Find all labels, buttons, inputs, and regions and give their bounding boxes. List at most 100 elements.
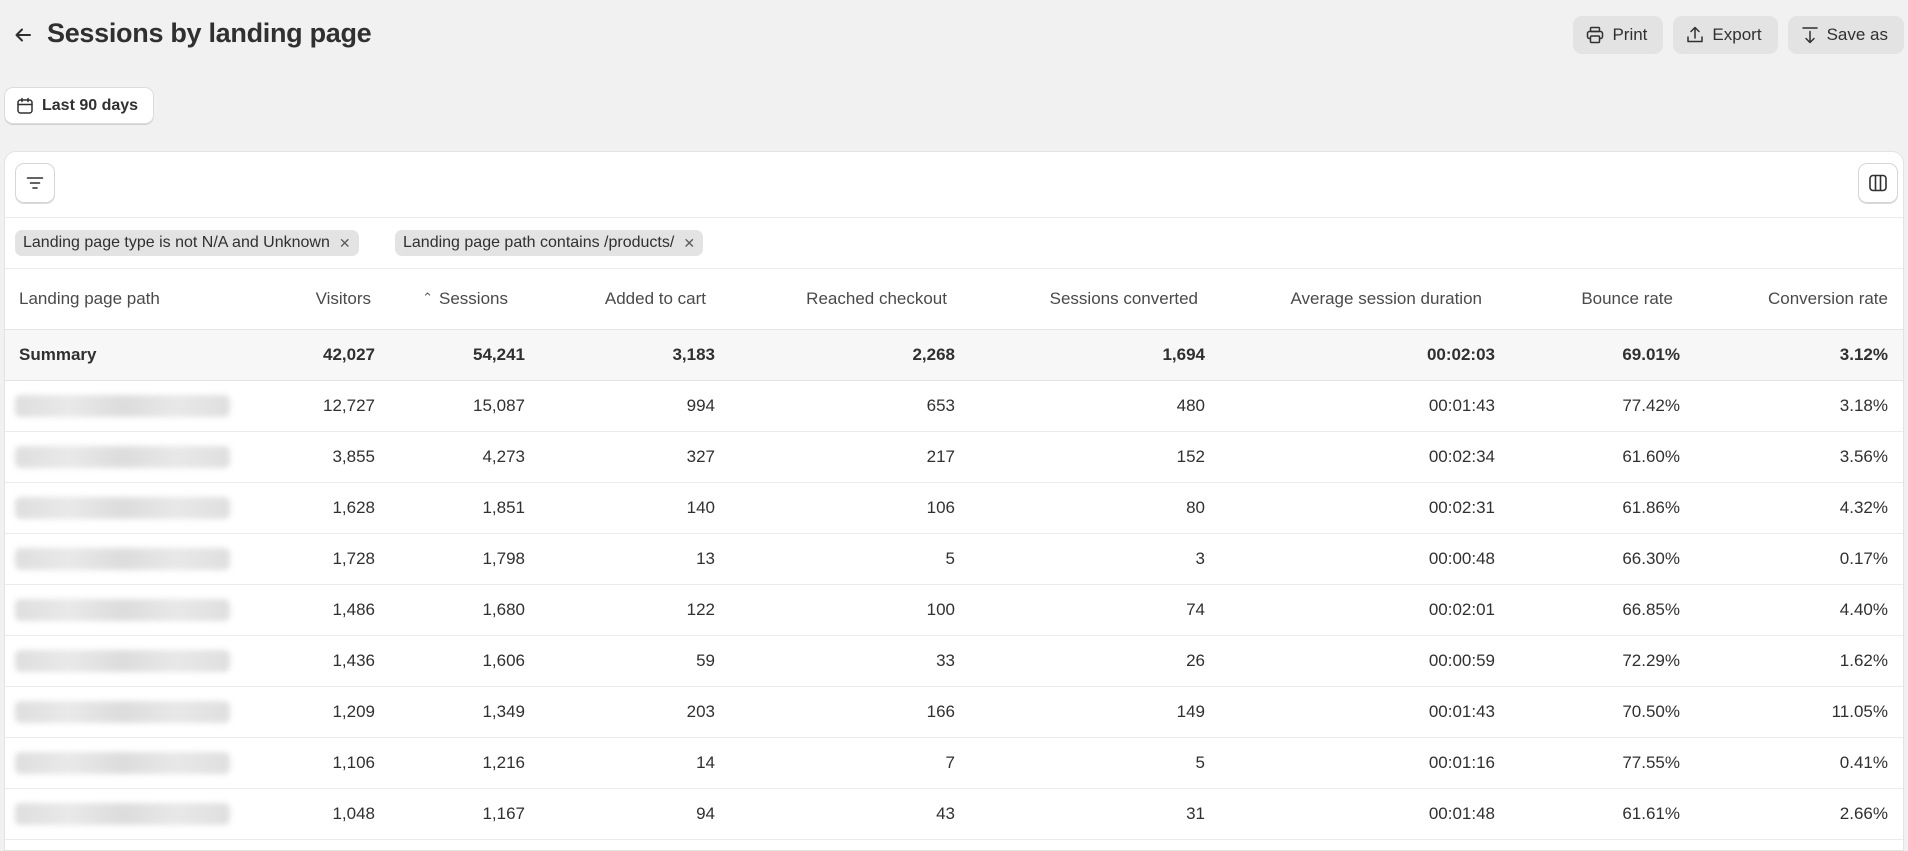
filter-button[interactable]	[15, 163, 55, 203]
filter-chip[interactable]: Landing page type is not N/A and Unknown…	[15, 230, 359, 256]
column-header-reached-checkout[interactable]: Reached checkout	[715, 269, 955, 330]
cell-added-to-cart: 13	[525, 533, 715, 585]
cell-conversion-rate: 4.32%	[1680, 482, 1903, 534]
cell-sessions-converted: 5	[955, 737, 1205, 789]
cell-visitors: 1,728	[210, 533, 375, 585]
table-row[interactable]: 1,209 1,349 203 166 149 00:01:43 70.50% 11.05%	[5, 686, 1903, 738]
cell-average-session-duration: 00:01:16	[1205, 737, 1495, 789]
cell-landing-page-path[interactable]	[5, 635, 230, 687]
printer-icon	[1587, 26, 1604, 44]
columns-button[interactable]	[1858, 163, 1898, 203]
cell-bounce-rate: 77.55%	[1495, 737, 1680, 789]
table-row[interactable]: 1,436 1,606 59 33 26 00:00:59 72.29% 1.62%	[5, 635, 1903, 687]
cell-landing-page-path[interactable]	[5, 482, 230, 534]
cell-landing-page-path[interactable]	[5, 533, 230, 585]
cell-sessions-converted: 26	[955, 635, 1205, 687]
export-label: Export	[1712, 25, 1762, 44]
cell-visitors: 1,209	[210, 686, 375, 738]
table-row[interactable]: 1,486 1,680 122 100 74 00:02:01 66.85% 4.40%	[5, 584, 1903, 636]
cell-bounce-rate: 66.85%	[1495, 584, 1680, 636]
cell-average-session-duration: 00:02:01	[1205, 584, 1495, 636]
column-header-sessions[interactable]: ⌃ Sessions	[375, 269, 525, 330]
summary-bounce-rate: 69.01%	[1495, 329, 1680, 381]
summary-reached-checkout: 2,268	[715, 329, 955, 381]
column-header-visitors[interactable]: Visitors	[210, 269, 375, 330]
cell-reached-checkout: 33	[715, 635, 955, 687]
column-header-landing-page-path[interactable]: Landing page path	[5, 269, 210, 330]
cell-added-to-cart: 59	[525, 635, 715, 687]
column-header-added-to-cart[interactable]: Added to cart	[525, 269, 715, 330]
cell-landing-page-path[interactable]	[5, 431, 230, 483]
cell-sessions-converted: 480	[955, 380, 1205, 432]
summary-visitors: 42,027	[210, 329, 375, 381]
cell-reached-checkout: 43	[715, 788, 955, 840]
table-row[interactable]: 3,855 4,273 327 217 152 00:02:34 61.60% 3.56%	[5, 431, 1903, 483]
column-header-conversion-rate[interactable]: Conversion rate	[1680, 269, 1903, 330]
cell-visitors: 1,106	[210, 737, 375, 789]
table-row[interactable]: 1,106 1,216 14 7 5 00:01:16 77.55% 0.41%	[5, 737, 1903, 789]
summary-added-to-cart: 3,183	[525, 329, 715, 381]
filter-chip[interactable]: Landing page path contains /products/ ✕	[395, 230, 704, 256]
upload-icon	[1687, 26, 1704, 43]
cell-conversion-rate: 0.41%	[1680, 737, 1903, 789]
cell-average-session-duration: 00:00:59	[1205, 635, 1495, 687]
save-as-button[interactable]: Save as	[1787, 16, 1904, 54]
table-body: Summary 42,027 54,241 3,183 2,268 1,694 …	[5, 329, 1903, 840]
cell-bounce-rate: 61.60%	[1495, 431, 1680, 483]
cell-sessions: 1,349	[375, 686, 525, 738]
close-icon[interactable]: ✕	[683, 236, 695, 250]
cell-sessions-converted: 152	[955, 431, 1205, 483]
cell-sessions-converted: 31	[955, 788, 1205, 840]
cell-reached-checkout: 7	[715, 737, 955, 789]
cell-sessions: 1,216	[375, 737, 525, 789]
page-header: Sessions by landing page Print Export Sa…	[0, 0, 1908, 72]
export-button[interactable]: Export	[1673, 16, 1778, 54]
active-filters: Landing page type is not N/A and Unknown…	[5, 218, 1903, 269]
column-header-sessions-converted[interactable]: Sessions converted	[955, 269, 1205, 330]
cell-sessions-converted: 80	[955, 482, 1205, 534]
cell-sessions-converted: 3	[955, 533, 1205, 585]
column-header-average-session-duration[interactable]: Average session duration	[1205, 269, 1495, 330]
column-header-bounce-rate[interactable]: Bounce rate	[1495, 269, 1680, 330]
summary-conversion-rate: 3.12%	[1680, 329, 1903, 381]
cell-landing-page-path[interactable]	[5, 584, 230, 636]
close-icon[interactable]: ✕	[339, 236, 351, 250]
summary-average-session-duration: 00:02:03	[1205, 329, 1495, 381]
filter-lines-icon	[26, 177, 44, 189]
summary-sessions: 54,241	[375, 329, 525, 381]
calendar-icon	[17, 97, 33, 114]
filter-chip-label: Landing page path contains /products/	[403, 234, 675, 251]
cell-bounce-rate: 66.30%	[1495, 533, 1680, 585]
table-row[interactable]: 1,628 1,851 140 106 80 00:02:31 61.86% 4.32%	[5, 482, 1903, 534]
cell-average-session-duration: 00:01:43	[1205, 380, 1495, 432]
redacted-path	[15, 752, 230, 774]
cell-landing-page-path[interactable]	[5, 380, 230, 432]
cell-visitors: 1,628	[210, 482, 375, 534]
table-row[interactable]: 1,728 1,798 13 5 3 00:00:48 66.30% 0.17%	[5, 533, 1903, 585]
redacted-path	[15, 701, 230, 723]
redacted-path	[15, 446, 230, 468]
print-button[interactable]: Print	[1573, 16, 1664, 54]
date-range-button[interactable]: Last 90 days	[4, 87, 155, 124]
redacted-path	[15, 599, 230, 621]
table-toolbar	[5, 152, 1903, 218]
cell-conversion-rate: 0.17%	[1680, 533, 1903, 585]
cell-landing-page-path[interactable]	[5, 737, 230, 789]
cell-added-to-cart: 994	[525, 380, 715, 432]
download-icon	[1801, 27, 1818, 44]
summary-row: Summary 42,027 54,241 3,183 2,268 1,694 …	[5, 329, 1903, 381]
cell-landing-page-path[interactable]	[5, 686, 230, 738]
cell-sessions: 1,606	[375, 635, 525, 687]
summary-label: Summary	[5, 329, 210, 381]
report-card: Landing page type is not N/A and Unknown…	[4, 151, 1904, 851]
back-button[interactable]	[10, 22, 36, 48]
cell-visitors: 1,436	[210, 635, 375, 687]
table-row[interactable]: 12,727 15,087 994 653 480 00:01:43 77.42% 3.18%	[5, 380, 1903, 432]
cell-bounce-rate: 61.86%	[1495, 482, 1680, 534]
cell-visitors: 1,486	[210, 584, 375, 636]
table-row[interactable]: 1,048 1,167 94 43 31 00:01:48 61.61% 2.66%	[5, 788, 1903, 840]
cell-landing-page-path[interactable]	[5, 788, 230, 840]
cell-average-session-duration: 00:02:34	[1205, 431, 1495, 483]
cell-reached-checkout: 5	[715, 533, 955, 585]
cell-conversion-rate: 1.62%	[1680, 635, 1903, 687]
